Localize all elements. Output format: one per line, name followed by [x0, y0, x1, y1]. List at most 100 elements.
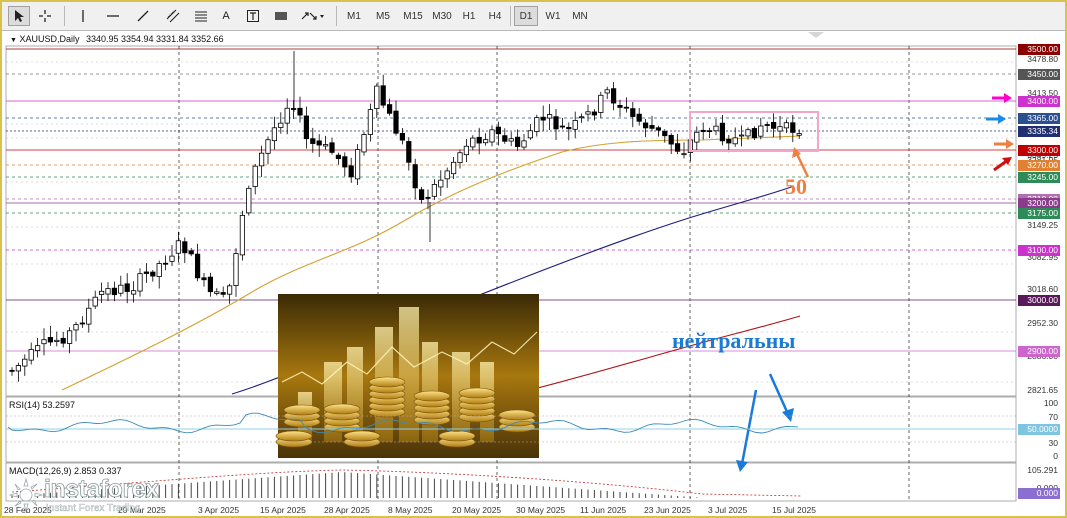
arrow-head-icon [1004, 93, 1012, 103]
candle-body [105, 288, 111, 295]
candle-body [342, 156, 348, 168]
candle-body [476, 136, 482, 144]
candle-body [495, 126, 502, 135]
candle-body [463, 145, 470, 156]
candle-body [431, 184, 438, 197]
candle [611, 82, 617, 111]
level-label: 3175.00 [1018, 208, 1060, 219]
candle-body [579, 116, 585, 119]
candle-body [418, 189, 425, 200]
candle [591, 109, 598, 121]
candle [623, 97, 630, 113]
candle-body [559, 125, 566, 128]
candle-body [130, 290, 137, 295]
candle [316, 134, 322, 157]
level-label: 3300.00 [1018, 145, 1060, 156]
level-label: 3450.00 [1018, 69, 1060, 80]
candle-body [489, 129, 495, 143]
candle-body [41, 339, 47, 345]
candle [367, 103, 374, 142]
candle-body [508, 138, 514, 142]
instaforex-logo-icon [8, 477, 44, 513]
gold-coin [283, 404, 321, 416]
candle-body [764, 124, 770, 126]
candle-body [707, 130, 713, 133]
candle-body [214, 291, 220, 294]
candle-body [751, 128, 758, 139]
candle-body [79, 322, 85, 325]
chart-canvas[interactable] [2, 2, 1065, 516]
date-label: 15 Apr 2025 [260, 505, 306, 515]
candle-body [694, 131, 700, 143]
candle [35, 338, 41, 358]
candle-body [553, 116, 559, 130]
candle-body [675, 143, 681, 152]
candle [450, 156, 457, 180]
candle [457, 149, 463, 169]
candle-body [201, 277, 207, 281]
candle-body [726, 138, 732, 144]
candle-body [386, 104, 393, 114]
candle [764, 121, 770, 133]
candle-body [67, 330, 73, 344]
candle [406, 137, 412, 171]
candle-body [310, 138, 316, 144]
candle-body [207, 276, 213, 293]
candle-body [739, 134, 745, 137]
candle [713, 118, 719, 136]
candle [444, 167, 450, 188]
candle [28, 342, 34, 365]
rsi-scale-100: 100 [1043, 398, 1058, 408]
level-label: 3400.00 [1018, 96, 1060, 107]
candle [130, 281, 137, 303]
candle-body [162, 262, 169, 265]
gold-coin [438, 430, 476, 442]
candle-body [156, 263, 162, 277]
candle-body [92, 296, 98, 307]
candle [271, 116, 278, 150]
gold-coin [275, 430, 313, 442]
level-label: 3000.00 [1018, 295, 1060, 306]
candle [604, 86, 610, 100]
price-scale-label: 3018.60 [1027, 284, 1058, 294]
candle-body [284, 107, 290, 124]
gold-coin [368, 376, 406, 388]
level-label: 3500.00 [1018, 44, 1060, 55]
candle-body [444, 170, 450, 180]
candle-body [655, 127, 662, 131]
candle [156, 260, 162, 289]
candle [777, 115, 783, 140]
candle-body [54, 339, 60, 342]
candle-body [252, 165, 258, 187]
candle-body [796, 133, 802, 136]
date-label: 23 Jun 2025 [644, 505, 691, 515]
candle [169, 245, 175, 267]
candle-body [290, 108, 297, 110]
price-scale-label: 2952.30 [1027, 318, 1058, 328]
arrow-head-icon [1006, 139, 1014, 149]
candle [412, 158, 418, 200]
candle [598, 91, 604, 118]
candle [15, 362, 21, 382]
candle [630, 102, 636, 128]
level-label: 3245.00 [1018, 172, 1060, 183]
date-label: 15 Jul 2025 [772, 505, 816, 515]
candle-body [534, 117, 540, 132]
candle-body [188, 250, 194, 255]
candle [239, 210, 245, 261]
candle [214, 288, 220, 296]
candle [527, 124, 534, 140]
candle-body [374, 85, 380, 110]
candle-body [630, 108, 636, 117]
candle-body [265, 139, 271, 154]
candle [758, 117, 764, 140]
candle-body [482, 139, 489, 144]
candle [310, 127, 316, 153]
watermark-brand: instaforex [44, 475, 160, 504]
candle [540, 105, 546, 131]
candle-body [668, 134, 674, 145]
candle-body [457, 152, 463, 164]
candle [508, 131, 514, 147]
candle-body [572, 120, 578, 130]
gold-coin [458, 387, 496, 399]
